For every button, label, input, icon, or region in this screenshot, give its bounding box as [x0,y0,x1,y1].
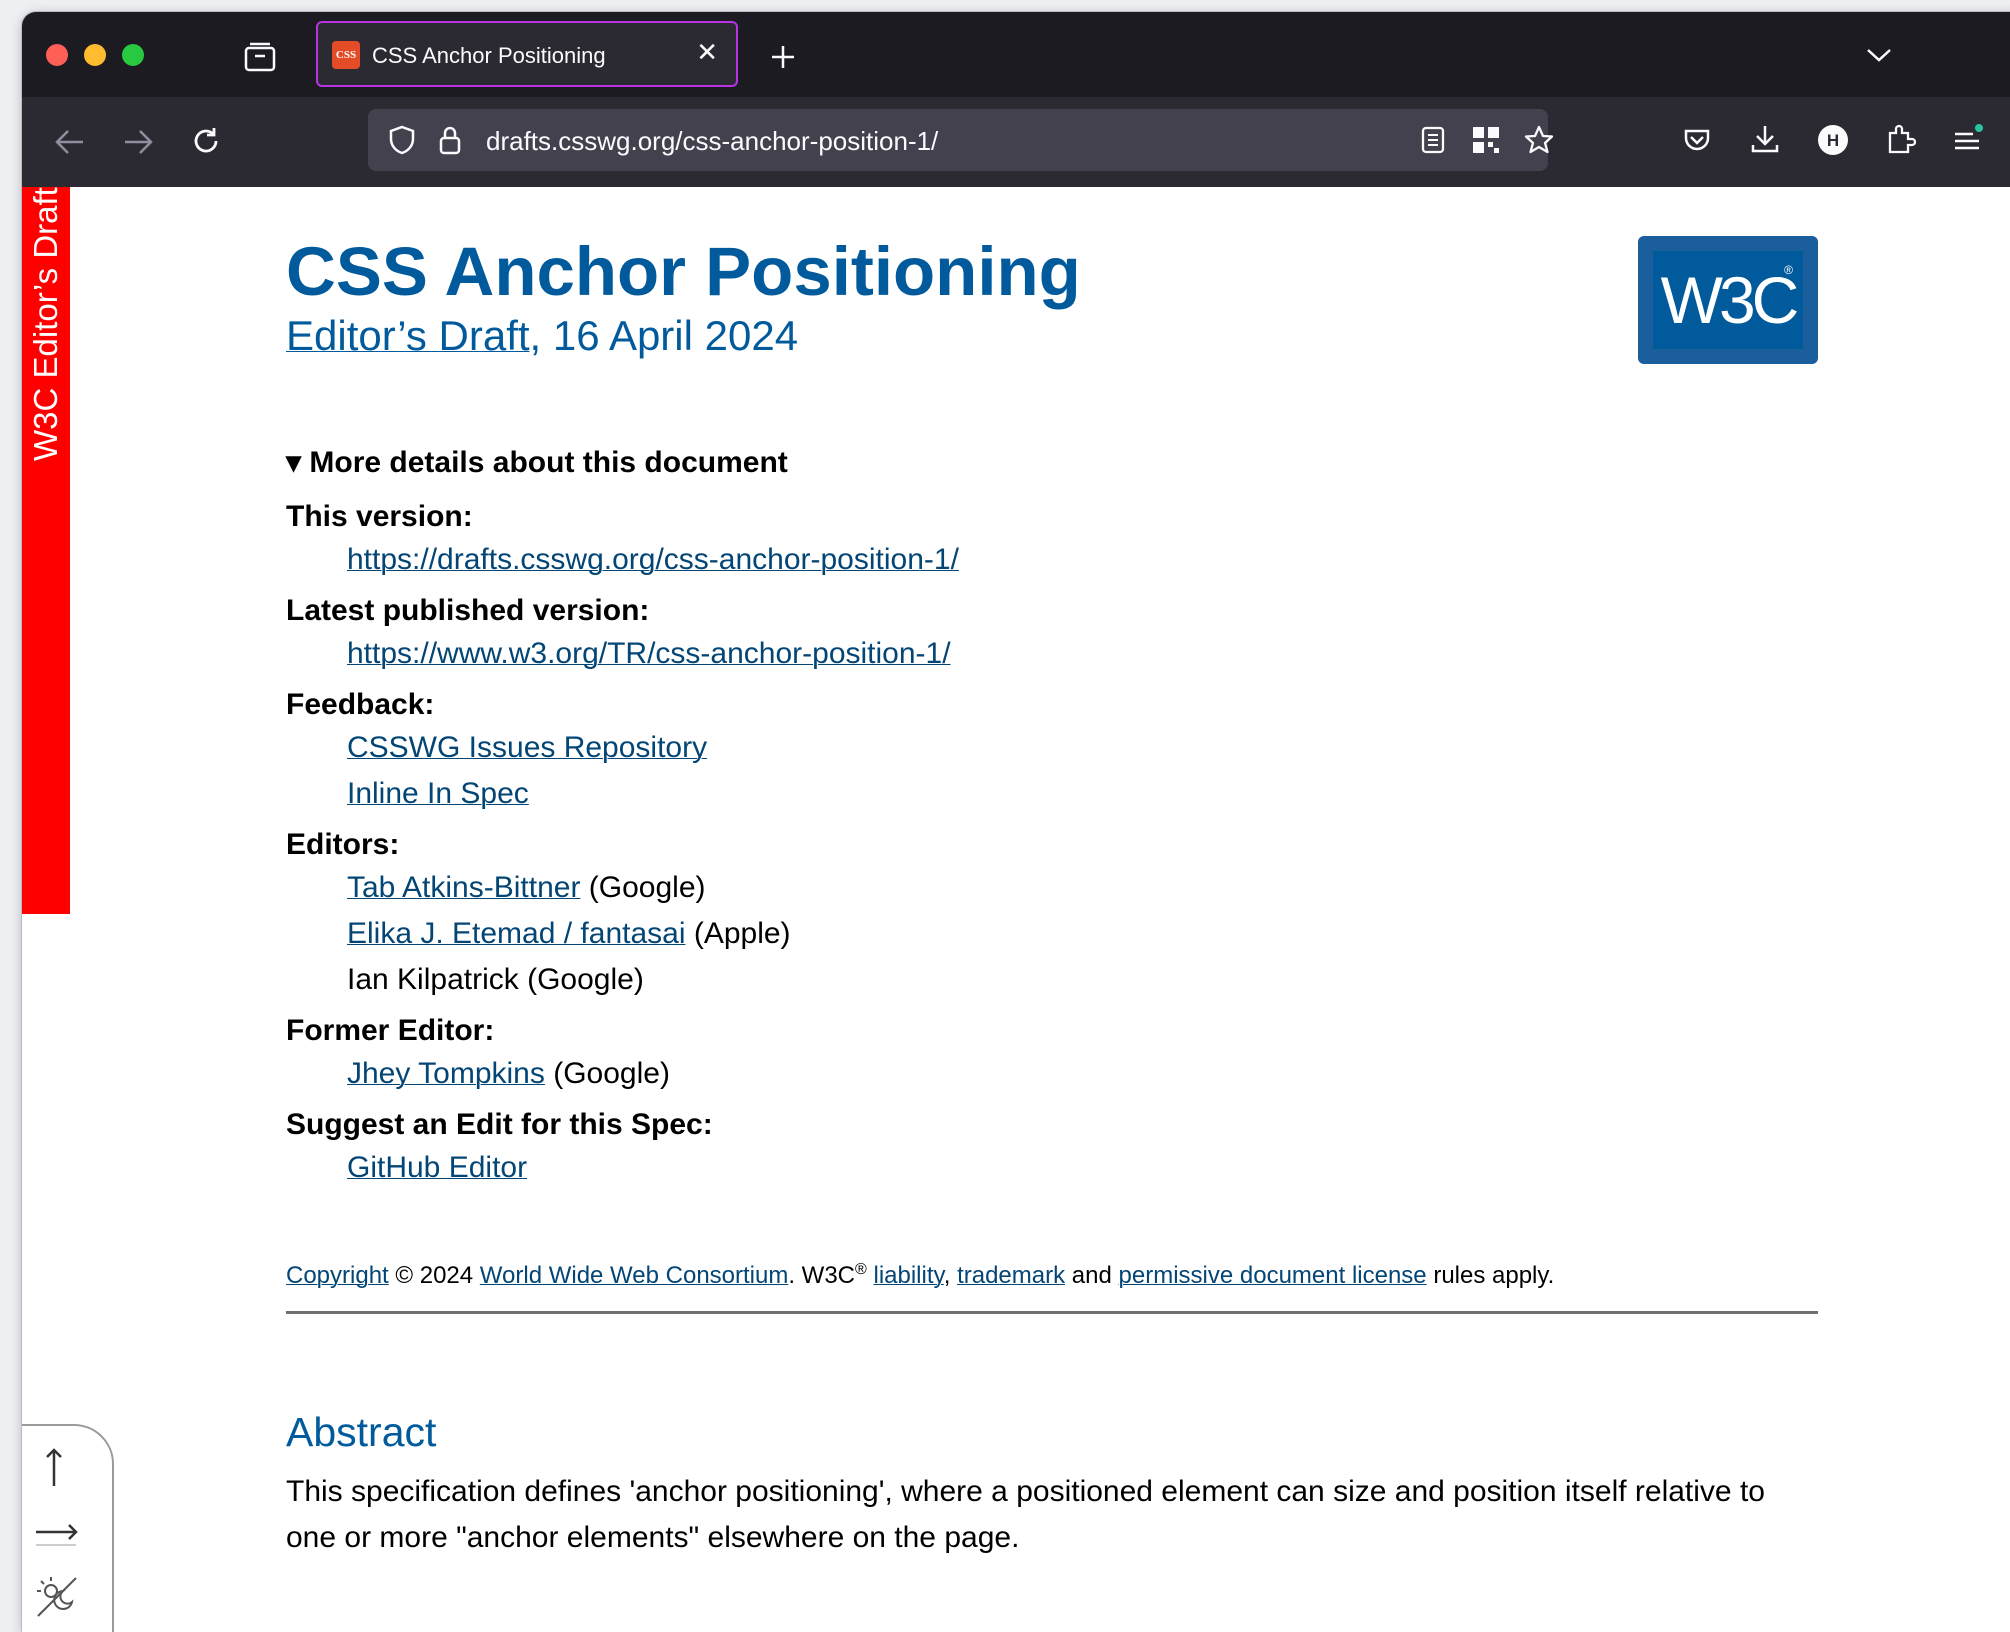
maximize-window-button[interactable] [122,44,144,66]
editor-org: (Google) [580,871,706,904]
reader-view-icon[interactable] [1418,124,1448,156]
section-divider [286,1311,1818,1314]
tab-strip: CSS CSS Anchor Positioning ✕ [22,12,2010,97]
url-bar[interactable]: drafts.csswg.org/css-anchor-position-1/ [368,109,1554,171]
copyright-notice: Copyright © 2024 World Wide Web Consorti… [286,1261,1554,1290]
dark-mode-icon[interactable] [34,1574,80,1627]
new-tab-icon[interactable] [766,40,800,74]
editor-link[interactable]: Tab Atkins-Bittner [347,871,580,904]
abstract-paragraph: This specification defines 'anchor posit… [286,1475,1765,1554]
account-icon[interactable]: H [1816,123,1850,157]
rules-text: rules apply. [1426,1262,1555,1289]
bookmark-star-icon[interactable] [1522,123,1556,157]
download-icon[interactable] [1748,121,1782,157]
qr-code-icon[interactable] [1470,124,1502,156]
this-version-label: This version: [286,500,473,533]
feedback-label: Feedback: [286,688,435,721]
feedback-inline-link[interactable]: Inline In Spec [347,777,529,810]
menu-icon[interactable] [1950,121,1986,157]
reload-icon[interactable] [188,123,224,159]
this-version-link[interactable]: https://drafts.csswg.org/css-anchor-posi… [347,543,959,576]
w3c-consortium-link[interactable]: World Wide Web Consortium [480,1262,789,1289]
comma-separator: , [943,1262,958,1289]
page-content: W3C Editor’s Draft CSS Anchor Positionin… [22,187,2010,1632]
navigation-toolbar: drafts.csswg.org/css-anchor-position-1/ … [22,97,2010,187]
tab-active[interactable]: CSS CSS Anchor Positioning ✕ [316,21,738,87]
lock-icon[interactable] [436,123,464,157]
document-details: This version: https://drafts.csswg.org/c… [286,497,1786,1191]
registered-mark: ® [855,1261,867,1278]
tab-close-icon[interactable]: ✕ [696,37,718,68]
ribbon-text: W3C Editor’s Draft [27,187,64,461]
browser-window: CSS CSS Anchor Positioning ✕ drafts.cssw… [22,12,2010,1632]
url-text[interactable]: drafts.csswg.org/css-anchor-position-1/ [486,126,938,157]
editor-org: (Apple) [685,917,791,950]
details-summary-toggle[interactable]: ▾ More details about this document [286,445,788,480]
floating-tool-panel [22,1424,114,1632]
w3c-logo-text: W3C [1660,263,1800,337]
back-icon[interactable] [52,125,88,159]
editor-org: (Google) [518,963,644,996]
suggest-edit-label: Suggest an Edit for this Spec: [286,1108,713,1141]
latest-version-label: Latest published version: [286,594,650,627]
editor-link[interactable]: Elika J. Etemad / fantasai [347,917,686,950]
close-window-button[interactable] [46,44,68,66]
page-title: CSS Anchor Positioning [286,233,1081,310]
arrow-right-icon[interactable] [34,1514,80,1554]
latest-version-link[interactable]: https://www.w3.org/TR/css-anchor-positio… [347,637,951,670]
and-text: and [1065,1262,1119,1289]
liability-link[interactable]: liability [873,1262,943,1289]
sidebar-tabs-icon[interactable] [242,40,278,74]
github-editor-link[interactable]: GitHub Editor [347,1151,527,1184]
css-favicon-icon: CSS [332,41,360,69]
copyright-year: © 2024 [388,1262,480,1289]
minimize-window-button[interactable] [84,44,106,66]
extensions-icon[interactable] [1884,121,1918,157]
editor-name: Ian Kilpatrick [347,963,519,996]
trademark-link[interactable]: trademark [957,1262,1065,1289]
editors-draft-link[interactable]: Editor’s Draft [286,312,530,359]
license-link[interactable]: permissive document license [1119,1262,1427,1289]
arrow-up-icon[interactable] [34,1446,74,1497]
tab-title: CSS Anchor Positioning [372,43,606,68]
w3c-text: . W3C [788,1262,856,1289]
feedback-issues-link[interactable]: CSSWG Issues Repository [347,731,707,764]
copyright-link[interactable]: Copyright [286,1262,389,1289]
w3c-logo-mark: W3C ® [1653,251,1803,349]
former-editor-link[interactable]: Jhey Tompkins [347,1057,545,1090]
tab-list-chevron-icon[interactable] [1862,40,1896,70]
page-subtitle: Editor’s Draft, 16 April 2024 [286,312,798,360]
editors-label: Editors: [286,828,400,861]
editors-draft-ribbon: W3C Editor’s Draft [22,187,70,914]
svg-text:H: H [1827,131,1839,150]
forward-icon[interactable] [120,125,156,159]
ribbon-label: W3C Editor’s Draft [22,187,70,914]
former-editor-label: Former Editor: [286,1014,495,1047]
shield-icon[interactable] [386,123,418,157]
w3c-logo-registered: ® [1784,263,1793,277]
w3c-logo[interactable]: W3C ® [1638,236,1818,364]
former-editor-org: (Google) [544,1057,670,1090]
abstract-heading: Abstract [286,1409,437,1455]
pocket-icon[interactable] [1680,123,1714,157]
subtitle-date: , 16 April 2024 [529,312,799,359]
